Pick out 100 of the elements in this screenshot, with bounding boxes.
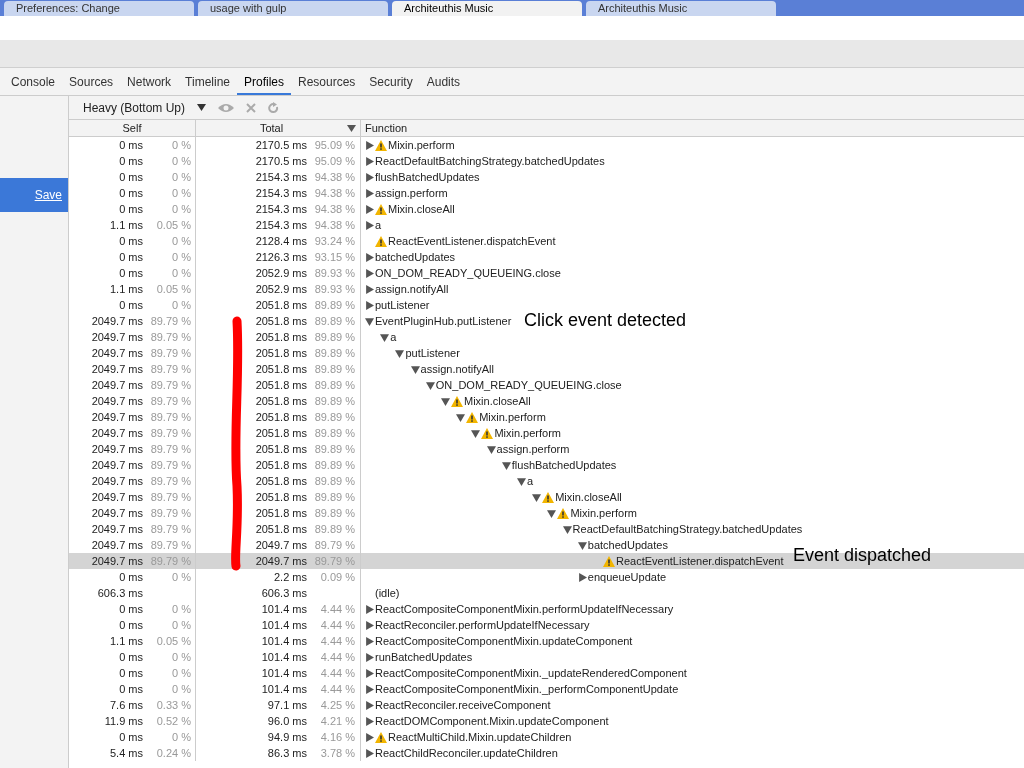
triangle-right-icon[interactable] [365,732,374,742]
table-cell-text: 2051.8 ms [255,426,307,441]
triangle-down-icon[interactable] [410,364,420,374]
triangle-right-icon[interactable] [365,284,374,294]
table-cell-text: 89.89 % [313,474,355,489]
function-name: ON_DOM_READY_QUEUEING.close [435,378,622,393]
triangle-down-icon[interactable] [501,460,511,470]
triangle-right-icon[interactable] [365,700,374,710]
table-cell-text: 4.21 % [319,714,355,729]
function-name: ReactEventListener.dispatchEvent [388,234,556,249]
table-cell-text: 89.89 % [313,442,355,457]
table-cell-text: 0 % [171,170,191,185]
table-cell-text: 2051.8 ms [255,346,307,361]
table-cell-text: 89.79 % [149,410,191,425]
function-name: EventPluginHub.putListener [375,314,512,329]
devtools-tab[interactable]: Network [120,68,179,95]
function-name: Mixin.closeAll [464,394,531,409]
devtools-tab[interactable]: Console [4,68,63,95]
triangle-right-icon[interactable] [365,604,374,614]
function-name: ReactChildReconciler.updateChildren [375,746,558,761]
triangle-down-icon[interactable] [486,444,496,454]
triangle-down-icon[interactable] [471,428,481,438]
table-cell-text: 89.79 % [149,474,191,489]
triangle-down-icon[interactable] [395,348,405,358]
table-cell-text: 0 % [171,666,191,681]
table-cell-text: 89.89 % [313,522,355,537]
triangle-right-icon[interactable] [365,636,374,646]
browser-tab[interactable]: Architeuthis Music [392,1,582,16]
triangle-right-icon[interactable] [365,188,374,198]
triangle-down-icon[interactable] [380,332,390,342]
table-cell-text: 0.05 % [155,218,191,233]
devtools-tab[interactable]: Security [362,68,420,95]
triangle-right-icon[interactable] [365,252,374,262]
table-cell-text: 97.1 ms [267,698,307,713]
table-cell-text: 94.38 % [313,218,355,233]
table-cell-text: 0.24 % [155,746,191,761]
table-cell-text: 2049.7 ms [255,554,307,569]
triangle-down-icon[interactable] [577,540,587,550]
triangle-right-icon[interactable] [365,172,374,182]
table-cell-text: 606.3 ms [97,586,143,601]
table-cell-text: 2052.9 ms [255,282,307,297]
table-cell-text: 2051.8 ms [255,490,307,505]
function-name: Mixin.perform [388,138,455,153]
triangle-right-icon[interactable] [365,668,374,678]
triangle-right-icon[interactable] [365,204,374,214]
triangle-down-icon[interactable] [547,508,557,518]
table-cell-text: 0 % [171,682,191,697]
triangle-down-icon[interactable] [441,396,450,406]
table-cell-text: 2154.3 ms [255,170,307,185]
browser-tab[interactable]: Preferences: Change [4,1,194,16]
triangle-right-icon[interactable] [365,140,374,150]
browser-tab[interactable]: Architeuthis Music [586,1,776,16]
triangle-right-icon[interactable] [365,268,374,278]
view-mode-dropdown[interactable]: Heavy (Bottom Up) [83,98,207,117]
table-cell-text: 2.2 ms [274,570,307,585]
triangle-down-icon[interactable] [532,492,542,502]
table-cell-text: 4.16 % [319,730,355,745]
table-cell-text: 2051.8 ms [255,314,307,329]
save-link[interactable]: Save [0,178,68,212]
function-name: ReactEventListener.dispatchEvent [616,554,784,569]
table-cell-text: 89.79 % [149,458,191,473]
browser-tab[interactable]: usage with gulp [198,1,388,16]
devtools-tab[interactable]: Audits [419,68,468,95]
triangle-right-icon[interactable] [365,620,374,630]
table-cell-text: 2049.7 ms [91,362,143,377]
column-header[interactable]: Function [361,120,1024,136]
column-header[interactable]: Total [196,120,361,136]
column-header[interactable]: Self [69,120,196,136]
triangle-right-icon[interactable] [365,156,374,166]
triangle-right-icon[interactable] [365,220,374,230]
table-cell-text: 89.79 % [149,426,191,441]
table-cell-text: 2052.9 ms [255,266,307,281]
triangle-down-icon[interactable] [456,412,466,422]
caret-down-icon [197,104,207,111]
table-cell-text: 0 % [171,602,191,617]
triangle-down-icon[interactable] [562,524,572,534]
table-cell-text: 0 % [171,730,191,745]
function-name: ReactMultiChild.Mixin.updateChildren [388,730,572,745]
triangle-down-icon[interactable] [425,380,435,390]
devtools-tab[interactable]: Timeline [178,68,237,95]
triangle-down-icon[interactable] [365,316,374,326]
table-cell-text: 2049.7 ms [255,538,307,553]
table-cell-text: 89.79 % [149,490,191,505]
triangle-right-icon[interactable] [365,684,374,694]
function-name: enqueueUpdate [587,570,667,585]
devtools-tab[interactable]: Resources [291,68,363,95]
triangle-right-icon[interactable] [365,300,374,310]
triangle-right-icon[interactable] [365,748,374,758]
function-name: a [390,330,397,345]
function-name: flushBatchedUpdates [511,458,617,473]
triangle-right-icon[interactable] [365,716,374,726]
triangle-right-icon[interactable] [365,652,374,662]
function-name: ReactCompositeComponentMixin.performUpdateIfNecessary [375,602,674,617]
triangle-right-icon[interactable] [577,572,587,582]
table-cell-text: 94.38 % [313,202,355,217]
table-cell-text: 3.78 % [319,746,355,761]
function-name: ReactReconciler.receiveComponent [375,698,551,713]
table-cell-text: 2049.7 ms [91,442,143,457]
triangle-down-icon[interactable] [517,476,526,486]
devtools-tab[interactable]: Sources [62,68,121,95]
